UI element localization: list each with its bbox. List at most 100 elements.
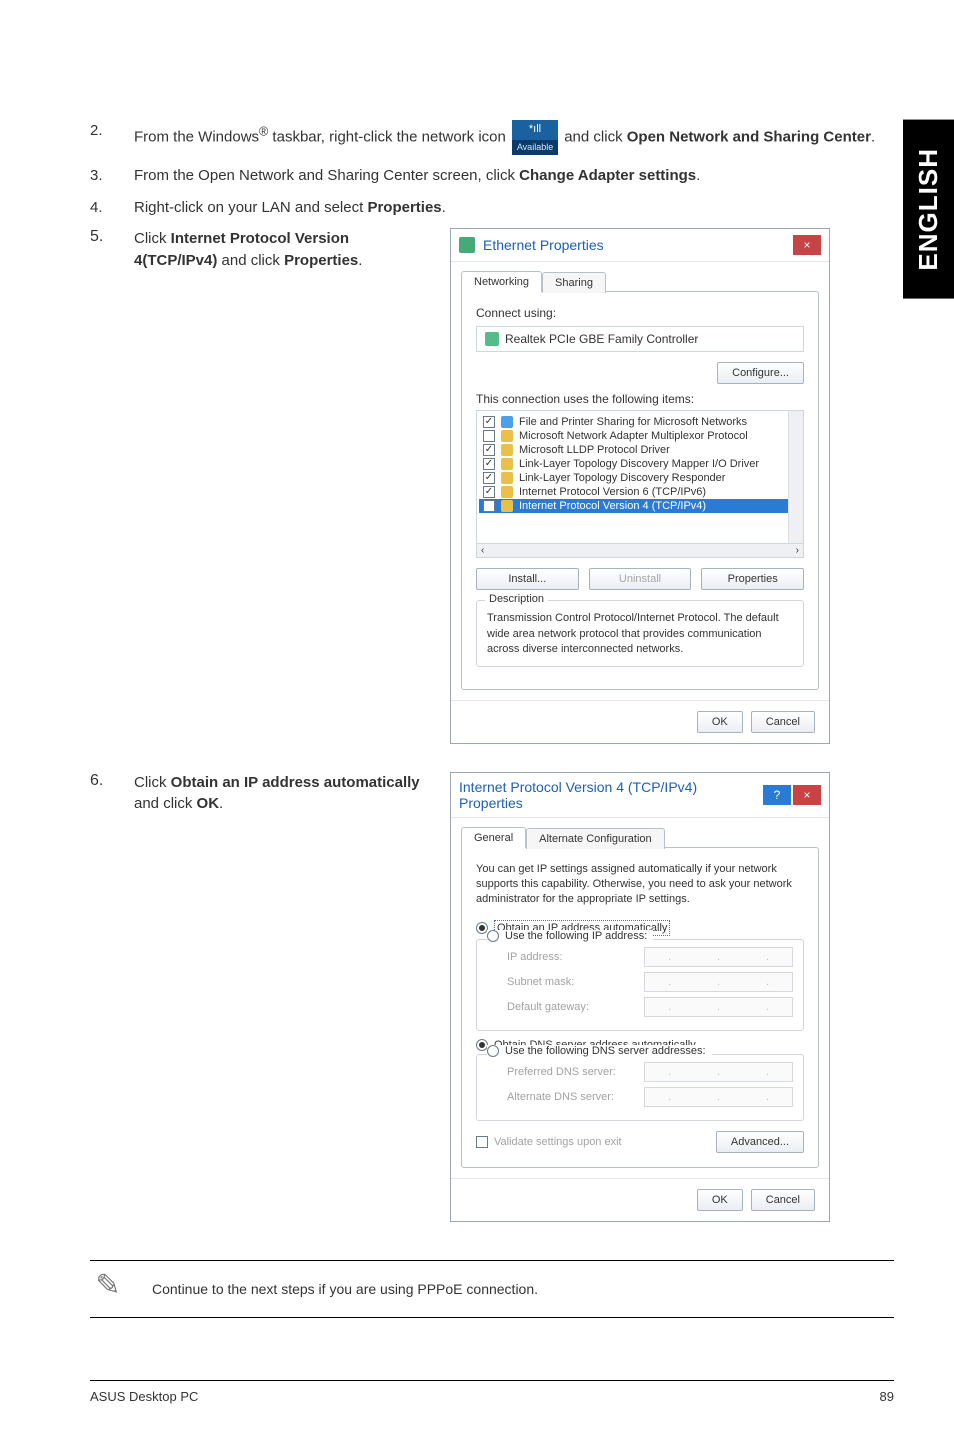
radio-use-dns-label: Use the following DNS server addresses: xyxy=(505,1045,706,1057)
step-bold: Properties xyxy=(367,199,441,216)
connection-items-label: This connection uses the following items… xyxy=(476,392,804,406)
radio-use-ip[interactable] xyxy=(487,930,499,942)
step-text: Click xyxy=(134,774,171,791)
step-bold: Obtain an IP address automatically xyxy=(171,774,420,791)
alternate-dns-label: Alternate DNS server: xyxy=(507,1091,636,1103)
network-service-icon xyxy=(501,416,513,428)
radio-use-dns[interactable] xyxy=(487,1045,499,1057)
validate-checkbox[interactable] xyxy=(476,1136,488,1148)
step-number: 2. xyxy=(90,120,134,155)
list-item[interactable]: ✓ Internet Protocol Version 6 (TCP/IPv6) xyxy=(479,485,801,499)
list-item[interactable]: ✓ Microsoft LLDP Protocol Driver xyxy=(479,443,801,457)
registered-mark: ® xyxy=(259,124,268,138)
tab-networking[interactable]: Networking xyxy=(461,271,542,292)
step-2: 2. From the Windows® taskbar, right-clic… xyxy=(90,120,894,155)
checkbox[interactable]: ✓ xyxy=(483,444,495,456)
close-icon[interactable]: × xyxy=(793,235,821,255)
preferred-dns-field: ... xyxy=(644,1062,793,1082)
dialog-title: Internet Protocol Version 4 (TCP/IPv4) P… xyxy=(459,779,763,811)
step-text: . xyxy=(696,167,700,184)
step-text: Click xyxy=(134,230,171,247)
protocol-icon xyxy=(501,500,513,512)
step-text: From the Open Network and Sharing Center… xyxy=(134,167,519,184)
item-label: Microsoft Network Adapter Multiplexor Pr… xyxy=(519,430,748,442)
radio-use-ip-label: Use the following IP address: xyxy=(505,930,647,942)
footer-page-number: 89 xyxy=(880,1389,894,1404)
step-number: 5. xyxy=(90,228,134,743)
step-text: . xyxy=(358,252,362,269)
scroll-right-icon[interactable]: › xyxy=(796,545,799,556)
step-bold: OK xyxy=(197,795,220,812)
close-icon[interactable]: × xyxy=(793,785,821,805)
ipv4-properties-dialog: Internet Protocol Version 4 (TCP/IPv4) P… xyxy=(450,772,830,1222)
step-text: and click xyxy=(217,252,284,269)
signal-icon: *ıll xyxy=(512,120,558,140)
cancel-button[interactable]: Cancel xyxy=(751,711,815,733)
step-number: 3. xyxy=(90,165,134,187)
description-text: Transmission Control Protocol/Internet P… xyxy=(487,611,793,657)
uninstall-button[interactable]: Uninstall xyxy=(589,568,692,590)
scroll-left-icon[interactable]: ‹ xyxy=(481,545,484,556)
checkbox[interactable]: ✓ xyxy=(483,500,495,512)
checkbox[interactable]: ✓ xyxy=(483,486,495,498)
checkbox[interactable]: ✓ xyxy=(483,458,495,470)
horizontal-scrollbar[interactable]: ‹ › xyxy=(476,544,804,558)
footer-left: ASUS Desktop PC xyxy=(90,1389,198,1404)
step-bold: Properties xyxy=(284,252,358,269)
validate-label: Validate settings upon exit xyxy=(494,1136,622,1148)
properties-button[interactable]: Properties xyxy=(701,568,804,590)
dialog-title: Ethernet Properties xyxy=(483,237,793,253)
advanced-button[interactable]: Advanced... xyxy=(716,1131,804,1153)
step-bold: Open Network and Sharing Center xyxy=(627,128,871,145)
tab-general[interactable]: General xyxy=(461,827,526,848)
list-item[interactable]: ✓ Link-Layer Topology Discovery Responder xyxy=(479,471,801,485)
ok-button[interactable]: OK xyxy=(697,711,743,733)
item-label: Link-Layer Topology Discovery Responder xyxy=(519,472,725,484)
tab-alternate-configuration[interactable]: Alternate Configuration xyxy=(526,828,665,849)
step-5: 5. Click Internet Protocol Version 4(TCP… xyxy=(90,228,420,743)
list-item[interactable]: ✓Internet Protocol Version 4 (TCP/IPv4) xyxy=(479,499,801,513)
pen-icon: ✎ xyxy=(90,1271,126,1307)
tray-label: Available xyxy=(512,140,558,155)
ip-address-field: ... xyxy=(644,947,793,967)
item-label: Internet Protocol Version 6 (TCP/IPv6) xyxy=(519,486,706,498)
protocol-icon xyxy=(501,430,513,442)
checkbox[interactable]: ✓ xyxy=(483,416,495,428)
adapter-field[interactable]: Realtek PCIe GBE Family Controller xyxy=(476,326,804,352)
alternate-dns-field: ... xyxy=(644,1087,793,1107)
ethernet-properties-dialog: Ethernet Properties × Networking Sharing… xyxy=(450,228,830,743)
step-text: and click xyxy=(564,128,627,145)
note-box: ✎ Continue to the next steps if you are … xyxy=(90,1260,894,1318)
step-number: 4. xyxy=(90,197,134,219)
ok-button[interactable]: OK xyxy=(697,1189,743,1211)
connect-using-label: Connect using: xyxy=(476,306,804,320)
cancel-button[interactable]: Cancel xyxy=(751,1189,815,1211)
item-label: Link-Layer Topology Discovery Mapper I/O… xyxy=(519,458,759,470)
checkbox[interactable]: ✓ xyxy=(483,472,495,484)
note-text: Continue to the next steps if you are us… xyxy=(152,1281,538,1297)
description-group-title: Description xyxy=(485,593,548,605)
install-button[interactable]: Install... xyxy=(476,568,579,590)
list-item[interactable]: ✓File and Printer Sharing for Microsoft … xyxy=(479,415,801,429)
step-text: . xyxy=(871,128,875,145)
step-number: 6. xyxy=(90,772,134,1222)
tab-sharing[interactable]: Sharing xyxy=(542,272,606,293)
network-tray-icon: *ıll Available xyxy=(512,120,558,155)
step-6: 6. Click Obtain an IP address automatica… xyxy=(90,772,420,1222)
default-gateway-field: ... xyxy=(644,997,793,1017)
checkbox[interactable] xyxy=(483,430,495,442)
connection-items-list[interactable]: ✓File and Printer Sharing for Microsoft … xyxy=(476,410,804,544)
step-4: 4. Right-click on your LAN and select Pr… xyxy=(90,197,894,219)
list-item[interactable]: Microsoft Network Adapter Multiplexor Pr… xyxy=(479,429,801,443)
item-label: Microsoft LLDP Protocol Driver xyxy=(519,444,670,456)
ip-address-label: IP address: xyxy=(507,951,636,963)
protocol-icon xyxy=(501,486,513,498)
subnet-mask-field: ... xyxy=(644,972,793,992)
list-item[interactable]: ✓ Link-Layer Topology Discovery Mapper I/… xyxy=(479,457,801,471)
step-text: From the Windows xyxy=(134,128,259,145)
step-text: . xyxy=(219,795,223,812)
ipv4-intro-text: You can get IP settings assigned automat… xyxy=(476,862,804,908)
nic-icon xyxy=(485,332,499,346)
configure-button[interactable]: Configure... xyxy=(717,362,804,384)
help-icon[interactable]: ? xyxy=(763,785,791,805)
